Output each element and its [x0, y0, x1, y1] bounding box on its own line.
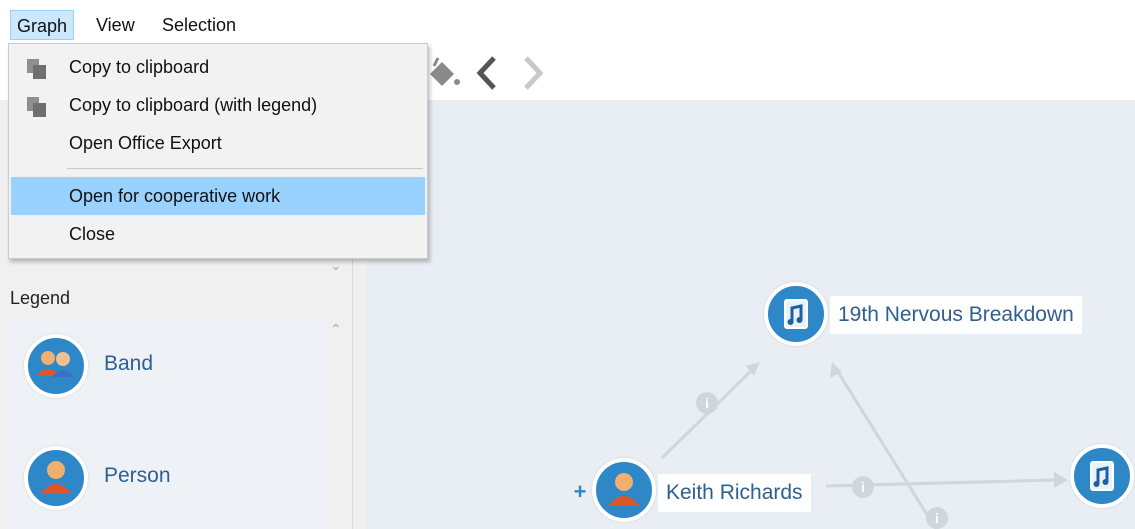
person-icon	[24, 446, 88, 510]
copy-icon	[25, 56, 49, 80]
info-icon[interactable]: i	[926, 507, 948, 529]
menu-item-open-office-export[interactable]: Open Office Export	[11, 124, 425, 162]
menu-item-label: Copy to clipboard	[69, 57, 210, 77]
menu-item-copy-to-clipboard[interactable]: Copy to clipboard	[11, 48, 425, 86]
menu-item-close[interactable]: Close	[11, 215, 425, 253]
music-file-icon	[764, 282, 828, 346]
copy-icon	[25, 94, 49, 118]
legend-label-person: Person	[104, 464, 171, 487]
node-label: 19th Nervous Breakdown	[830, 296, 1082, 334]
menu-bar: Graph View Selection	[0, 0, 1135, 46]
info-icon[interactable]: i	[696, 392, 718, 414]
info-icon[interactable]: i	[852, 476, 874, 498]
menu-graph[interactable]: Graph	[10, 10, 75, 40]
graph-canvas[interactable]: i i i 19th Nervous Breakdown + Keith Ric…	[366, 100, 1135, 529]
paint-bucket-icon[interactable]	[424, 52, 464, 92]
music-file-icon	[1070, 444, 1134, 508]
menu-item-copy-with-legend[interactable]: Copy to clipboard (with legend)	[11, 86, 425, 124]
node-label: Keith Richards	[658, 474, 811, 512]
band-icon	[24, 334, 88, 398]
menu-item-label: Open Office Export	[69, 133, 222, 153]
menu-selection[interactable]: Selection	[156, 10, 242, 40]
chevron-up-icon[interactable]: ⌃	[330, 322, 342, 336]
menu-separator	[67, 168, 423, 169]
back-arrow-icon[interactable]	[472, 54, 502, 92]
menu-item-label: Copy to clipboard (with legend)	[69, 95, 318, 115]
menu-item-label: Open for cooperative work	[69, 186, 281, 206]
chevron-down-icon[interactable]: ⌄	[330, 258, 342, 272]
forward-arrow-icon[interactable]	[518, 54, 548, 92]
menu-item-label: Close	[69, 224, 116, 244]
legend-title: Legend	[10, 288, 71, 308]
person-icon	[592, 458, 656, 522]
expand-plus-icon[interactable]: +	[570, 481, 590, 503]
graph-menu-dropdown: Copy to clipboard Copy to clipboard (wit…	[8, 43, 428, 259]
menu-view[interactable]: View	[90, 10, 141, 40]
menu-item-open-for-cooperative-work[interactable]: Open for cooperative work	[11, 177, 425, 215]
legend-label-band: Band	[104, 352, 154, 375]
